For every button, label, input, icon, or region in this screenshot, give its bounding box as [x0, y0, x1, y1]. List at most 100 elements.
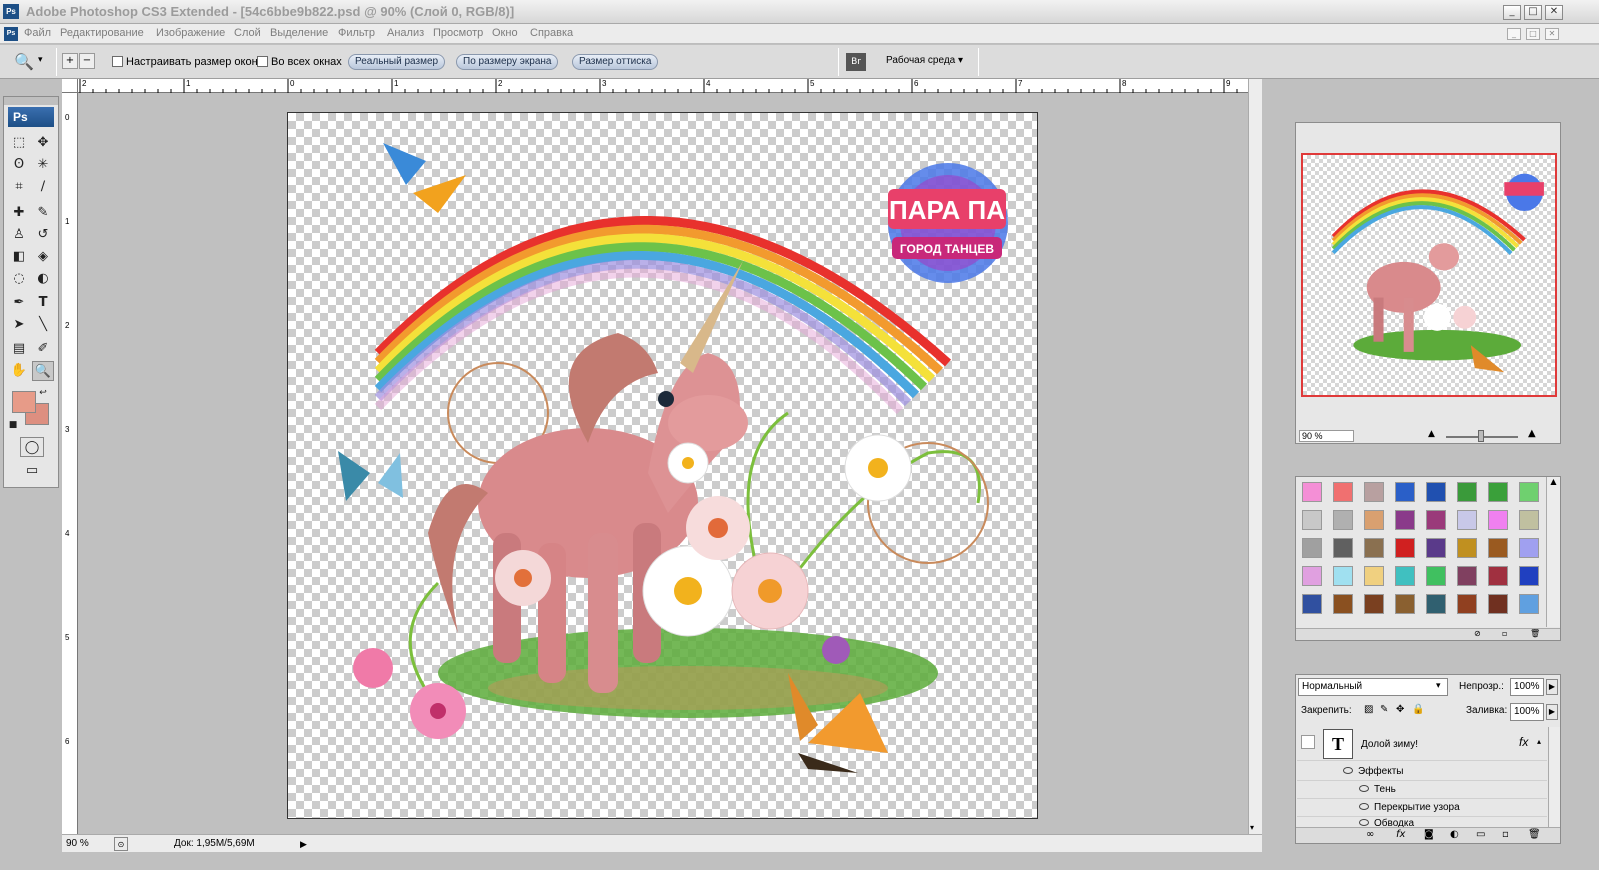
style-swatch[interactable] [1395, 510, 1415, 530]
foreground-color-swatch[interactable] [12, 391, 36, 413]
style-swatch[interactable] [1364, 482, 1384, 502]
effect-row-shadow[interactable]: Тень [1297, 781, 1547, 799]
fill-field[interactable]: 100% [1510, 703, 1544, 721]
style-swatch[interactable] [1395, 482, 1415, 502]
close-button[interactable]: ✕ [1545, 5, 1563, 20]
pen-tool-icon[interactable]: ✒ [8, 293, 30, 313]
style-swatch[interactable] [1426, 482, 1446, 502]
layer-name[interactable]: Долой зиму! [1361, 739, 1418, 750]
chevron-down-icon[interactable]: ▾ [1436, 681, 1441, 691]
style-swatch[interactable] [1519, 538, 1539, 558]
tool-preset-dropdown-icon[interactable]: ▾ [38, 55, 43, 65]
move-tool-icon[interactable]: ✥ [32, 133, 54, 153]
lock-position-icon[interactable]: ✥ [1396, 704, 1404, 715]
delete-style-icon[interactable]: 🗑 [1530, 629, 1540, 638]
style-swatch[interactable] [1519, 566, 1539, 586]
add-style-icon[interactable]: fx [1396, 829, 1405, 840]
lock-all-icon[interactable]: 🔒 [1412, 704, 1424, 715]
style-swatch[interactable] [1488, 510, 1508, 530]
style-swatch[interactable] [1426, 594, 1446, 614]
style-swatch[interactable] [1488, 482, 1508, 502]
style-swatch[interactable] [1457, 510, 1477, 530]
style-swatch[interactable] [1302, 566, 1322, 586]
eye-icon[interactable] [1359, 785, 1369, 792]
adjustment-layer-icon[interactable]: ◐ [1450, 829, 1459, 840]
style-swatch[interactable] [1457, 482, 1477, 502]
marquee-tool-icon[interactable]: ⬚ [8, 133, 30, 153]
zoom-tool-icon[interactable]: 🔍 [14, 52, 34, 71]
notes-tool-icon[interactable]: ▤ [8, 339, 30, 359]
crop-tool-icon[interactable]: ⌗ [8, 177, 30, 197]
status-info-icon[interactable]: ⊙ [114, 837, 128, 851]
menu-layer[interactable]: Слой [234, 27, 261, 39]
menu-analysis[interactable]: Анализ [387, 27, 424, 39]
style-swatch[interactable] [1302, 594, 1322, 614]
minimize-button[interactable]: _ [1503, 5, 1521, 20]
new-layer-icon[interactable]: ▫ [1502, 829, 1509, 840]
style-swatch[interactable] [1364, 566, 1384, 586]
opacity-field[interactable]: 100% [1510, 678, 1544, 696]
style-swatch[interactable] [1457, 538, 1477, 558]
zoom-out-small-icon[interactable]: ▲ [1428, 429, 1435, 439]
style-swatch[interactable] [1488, 594, 1508, 614]
menu-filter[interactable]: Фильтр [338, 27, 375, 39]
fill-arrow-icon[interactable]: ▶ [1546, 704, 1558, 720]
style-swatch[interactable] [1488, 538, 1508, 558]
magic-wand-tool-icon[interactable]: ✳ [32, 155, 54, 175]
maximize-button[interactable]: □ [1524, 5, 1542, 20]
image-canvas[interactable]: ПАРА ПА ГОРОД ТАНЦЕВ [287, 112, 1038, 819]
opacity-arrow-icon[interactable]: ▶ [1546, 679, 1558, 695]
style-swatch[interactable] [1395, 566, 1415, 586]
blur-tool-icon[interactable]: ◌ [8, 269, 30, 289]
fit-screen-button[interactable]: По размеру экрана [456, 54, 559, 70]
style-swatch[interactable] [1364, 538, 1384, 558]
hand-tool-icon[interactable]: ✋ [8, 361, 30, 381]
zoom-out-icon[interactable]: − [79, 53, 95, 69]
link-layers-icon[interactable]: ∞ [1366, 829, 1374, 840]
menu-select[interactable]: Выделение [270, 27, 328, 39]
style-swatch[interactable] [1333, 566, 1353, 586]
style-swatch[interactable] [1333, 510, 1353, 530]
history-brush-icon[interactable]: ↺ [32, 225, 54, 245]
new-style-icon[interactable]: ▫ [1502, 629, 1507, 638]
line-tool-icon[interactable]: ╲ [32, 315, 54, 335]
menu-image[interactable]: Изображение [156, 27, 225, 39]
eye-icon[interactable] [1343, 767, 1353, 774]
style-swatch[interactable] [1333, 594, 1353, 614]
effect-row-stroke[interactable]: Обводка [1297, 817, 1547, 827]
style-swatch[interactable] [1364, 594, 1384, 614]
scroll-down-icon[interactable]: ▾ [1250, 823, 1260, 832]
layer-visibility-toggle[interactable] [1301, 735, 1315, 749]
style-swatch[interactable] [1519, 482, 1539, 502]
clear-style-icon[interactable]: ⊘ [1474, 629, 1481, 638]
type-tool-icon[interactable]: T [32, 293, 54, 313]
doc-restore-button[interactable]: □ [1526, 28, 1540, 40]
layer-effects-icon[interactable]: fx [1519, 735, 1528, 749]
menu-help[interactable]: Справка [530, 27, 573, 39]
style-swatch[interactable] [1488, 566, 1508, 586]
style-swatch[interactable] [1395, 538, 1415, 558]
style-swatch[interactable] [1364, 510, 1384, 530]
brush-tool-icon[interactable]: ✎ [32, 203, 54, 223]
all-windows-checkbox[interactable]: Во всех окнах [257, 56, 342, 68]
clone-stamp-icon[interactable]: ♙ [8, 225, 30, 245]
swap-colors-icon[interactable]: ↩ [36, 383, 50, 403]
lasso-tool-icon[interactable]: ʘ [8, 155, 30, 175]
ruler-origin[interactable] [62, 79, 78, 93]
delete-layer-icon[interactable]: 🗑 [1528, 829, 1541, 840]
menu-view[interactable]: Просмотр [433, 27, 483, 39]
blend-mode-select[interactable]: Нормальный [1298, 678, 1448, 696]
navigator-zoom-field[interactable]: 90 % [1299, 430, 1354, 442]
print-size-button[interactable]: Размер оттиска [572, 54, 659, 70]
slice-tool-icon[interactable]: ∕ [32, 177, 54, 197]
style-swatch[interactable] [1426, 538, 1446, 558]
navigator-thumbnail[interactable] [1301, 153, 1557, 397]
styles-scrollbar[interactable]: ▲ [1546, 477, 1560, 627]
zoom-in-small-icon[interactable]: ▲ [1528, 428, 1536, 439]
menu-edit[interactable]: Редактирование [60, 27, 144, 39]
eye-icon[interactable] [1359, 819, 1369, 826]
layer-row-text[interactable]: T Долой зиму! fx ▴ [1297, 727, 1547, 761]
style-swatch[interactable] [1333, 482, 1353, 502]
dodge-tool-icon[interactable]: ◐ [32, 269, 54, 289]
eraser-tool-icon[interactable]: ◧ [8, 247, 30, 267]
